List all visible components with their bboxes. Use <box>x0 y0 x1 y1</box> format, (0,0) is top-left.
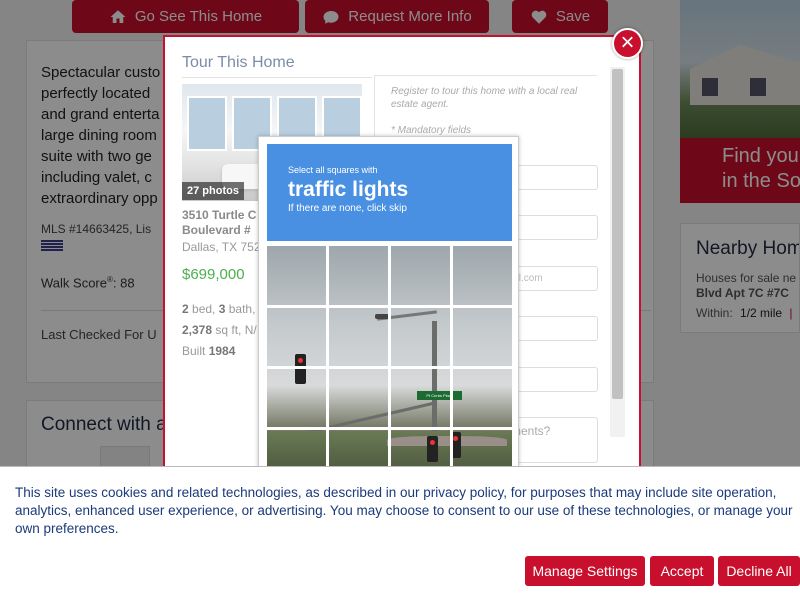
traffic-light-icon <box>295 354 306 384</box>
cookie-banner: This site uses cookies and related techn… <box>0 466 800 600</box>
sqft-label: sq ft, N/ <box>212 323 257 337</box>
captcha-instruction: Select all squares with <box>288 165 378 175</box>
traffic-light-icon <box>427 436 438 462</box>
beds-label: bed, <box>188 302 219 316</box>
address-line: Boulevard # <box>182 223 251 237</box>
captcha-target: traffic lights <box>288 178 409 201</box>
street-sign: Pt Cnrbs Pkwy <box>417 391 462 400</box>
built-year: 1984 <box>208 344 236 358</box>
listing-address: 3510 Turtle C Boulevard # <box>182 208 267 238</box>
modal-title: Tour This Home <box>182 54 295 71</box>
sqft: 2,378 sq ft, N/ <box>182 320 267 341</box>
photo-count-badge: 27 photos <box>182 182 244 200</box>
listing-price: $699,000 <box>182 266 245 283</box>
accept-button[interactable]: Accept <box>650 556 714 586</box>
captcha-header: Select all squares with traffic lights I… <box>267 144 512 241</box>
manage-settings-button[interactable]: Manage Settings <box>525 556 645 586</box>
decline-all-button[interactable]: Decline All <box>718 556 800 586</box>
baths-label: bath, <box>225 302 256 316</box>
captcha-image-grid[interactable]: Pt Cnrbs Pkwy <box>267 246 512 471</box>
gas-station-roof <box>387 436 507 446</box>
grid-line <box>267 366 512 369</box>
scrollbar-thumb[interactable] <box>612 69 623 399</box>
grid-line <box>388 246 391 471</box>
close-modal-button[interactable]: × <box>612 28 643 59</box>
modal-scrollbar[interactable] <box>610 67 625 437</box>
captcha-challenge: Select all squares with traffic lights I… <box>258 136 519 476</box>
captcha-hint: If there are none, click skip <box>288 203 407 214</box>
grid-line <box>326 246 329 471</box>
listing-facts: 2 bed, 3 bath, 2,378 sq ft, N/ Built 198… <box>182 299 267 362</box>
beds-baths: 2 bed, 3 bath, <box>182 299 267 320</box>
grid-line <box>267 427 512 430</box>
grid-line <box>450 246 453 471</box>
cookie-text: This site uses cookies and related techn… <box>15 485 793 536</box>
register-text: Register to tour this home with a local … <box>391 86 578 110</box>
built-label: Built <box>182 344 209 358</box>
street-lamp-head <box>375 314 389 319</box>
year-built: Built 1984 <box>182 341 267 362</box>
beds-value: 2 <box>182 302 189 316</box>
address-line: 3510 Turtle C <box>182 208 257 222</box>
sqft-value: 2,378 <box>182 323 213 337</box>
mandatory-note: * Mandatory fields <box>391 125 472 136</box>
grid-line <box>267 305 512 308</box>
listing-city: Dallas, TX 752 <box>182 240 261 254</box>
